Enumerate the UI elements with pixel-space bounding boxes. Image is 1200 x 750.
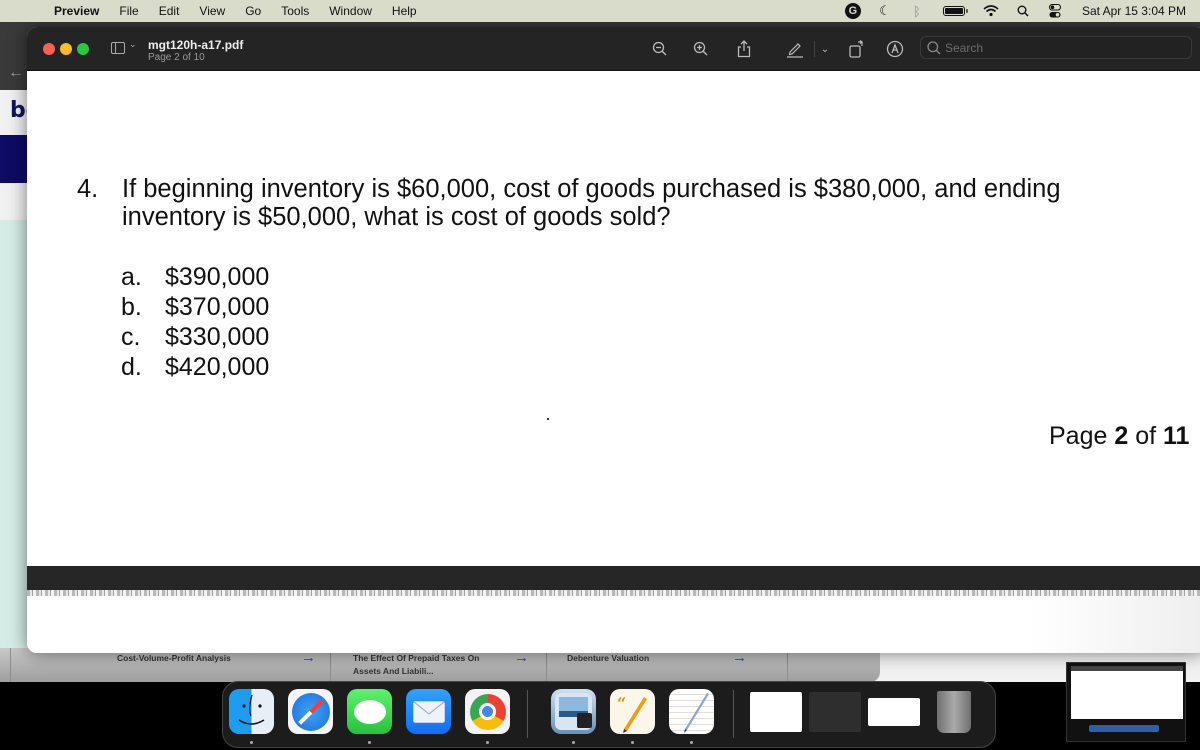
moon-icon[interactable]: ☾ — [876, 2, 894, 20]
screenshot-thumbnail[interactable] — [1066, 662, 1186, 742]
related-article-title: The Effect Of Prepaid Taxes On Assets An… — [353, 653, 480, 676]
menu-edit[interactable]: Edit — [149, 0, 190, 22]
preview-window: ⌄ mgt120h-a17.pdf Page 2 of 10 ⌄ 4. — [27, 27, 1200, 653]
footer-current-page: 2 — [1114, 422, 1129, 450]
search-input[interactable] — [945, 40, 1185, 55]
answer-value: $390,000 — [165, 263, 270, 291]
related-article-title: Cost-Volume-Profit Analysis — [117, 653, 231, 663]
running-indicator — [250, 741, 253, 744]
messages-icon[interactable] — [347, 689, 392, 734]
dock: “ — [222, 681, 996, 748]
menu-bar: Preview File Edit View Go Tools Window H… — [0, 0, 1200, 22]
mail-icon[interactable] — [406, 689, 451, 734]
answer-option: b. $370,000 — [121, 292, 269, 322]
answer-letter: b. — [121, 293, 142, 321]
zoom-out-icon[interactable] — [650, 39, 670, 59]
scan-speck — [547, 418, 549, 420]
menu-clock[interactable]: Sat Apr 15 3:04 PM — [1082, 4, 1186, 18]
running-indicator — [368, 741, 371, 744]
menu-app-name[interactable]: Preview — [44, 0, 109, 22]
wifi-icon[interactable] — [982, 2, 1000, 20]
trash-icon[interactable] — [931, 689, 976, 734]
running-indicator — [486, 741, 489, 744]
answer-value: $420,000 — [165, 353, 270, 381]
question-number: 4. — [77, 175, 99, 203]
menu-window[interactable]: Window — [319, 0, 382, 22]
search-field[interactable] — [920, 36, 1192, 59]
menu-file[interactable]: File — [109, 0, 148, 22]
dock-separator — [733, 690, 734, 738]
minimized-messages-window[interactable] — [809, 692, 861, 732]
running-indicator — [690, 741, 693, 744]
chevron-down-icon[interactable]: ⌄ — [129, 39, 137, 50]
running-indicator — [572, 741, 575, 744]
markup-dropdown-chevron-icon[interactable]: ⌄ — [815, 39, 835, 59]
spotlight-search-icon[interactable] — [1014, 2, 1032, 20]
related-article-card[interactable]: Cost-Volume-Profit Analysis → — [10, 648, 316, 682]
answer-value: $330,000 — [165, 323, 270, 351]
page-indicator: Page 2 of 10 — [148, 52, 205, 63]
minimized-pages-window[interactable] — [750, 692, 802, 732]
minimize-window-button[interactable] — [60, 43, 72, 55]
thumbnail-dock — [1089, 725, 1159, 732]
pages-app-icon[interactable]: “ — [610, 689, 655, 734]
answer-option: c. $330,000 — [121, 322, 269, 352]
answer-value: $370,000 — [165, 293, 270, 321]
close-window-button[interactable] — [43, 43, 55, 55]
answer-list: a. $390,000 b. $370,000 c. $330,000 d. $… — [121, 262, 269, 382]
preview-titlebar: ⌄ mgt120h-a17.pdf Page 2 of 10 ⌄ — [27, 27, 1200, 71]
related-articles-bar: Cost-Volume-Profit Analysis → The Effect… — [0, 648, 880, 682]
pdf-page-continued — [27, 596, 1200, 653]
grammarly-icon[interactable]: G — [844, 2, 862, 20]
running-indicator — [631, 741, 634, 744]
thumbnail-page — [1071, 671, 1183, 719]
search-icon — [927, 40, 941, 54]
safari-icon[interactable] — [288, 689, 333, 734]
answer-option: a. $390,000 — [121, 262, 269, 292]
bluetooth-off-icon[interactable]: ᛒ — [908, 2, 926, 20]
sidebar-toggle-icon[interactable] — [111, 42, 125, 54]
back-arrow-icon[interactable]: ← — [8, 64, 24, 82]
pdf-page: 4. If beginning inventory is $60,000, co… — [27, 71, 1200, 565]
menu-help[interactable]: Help — [382, 0, 427, 22]
menu-tools[interactable]: Tools — [271, 0, 319, 22]
menu-go[interactable]: Go — [235, 0, 271, 22]
textedit-app-icon[interactable] — [669, 689, 714, 734]
pdf-page-footer: Page 2 of 11 — [1049, 422, 1189, 451]
menu-view[interactable]: View — [189, 0, 235, 22]
fullscreen-window-button[interactable] — [77, 43, 89, 55]
question-text: If beginning inventory is $60,000, cost … — [122, 175, 1061, 231]
finder-icon[interactable] — [229, 689, 274, 734]
dock-separator — [527, 690, 528, 738]
answer-option: d. $420,000 — [121, 352, 269, 382]
related-article-title: Debenture Valuation — [567, 653, 650, 663]
chrome-icon[interactable] — [465, 689, 510, 734]
answer-letter: d. — [121, 353, 142, 381]
related-article-card[interactable]: Debenture Valuation → — [546, 648, 786, 682]
footer-prefix: Page — [1049, 422, 1115, 450]
answer-letter: a. — [121, 263, 142, 291]
related-article-card[interactable]: The Effect Of Prepaid Taxes On Assets An… — [330, 648, 545, 682]
battery-icon[interactable] — [940, 2, 968, 20]
preview-app-icon[interactable] — [551, 689, 596, 734]
markup-circle-icon[interactable] — [885, 39, 905, 59]
answer-letter: c. — [121, 323, 141, 351]
svg-text:“: “ — [617, 694, 626, 713]
footer-total-pages: 11 — [1163, 422, 1190, 450]
markup-pencil-icon[interactable] — [785, 39, 805, 59]
minimized-preview-window[interactable] — [868, 698, 920, 726]
rotate-icon[interactable] — [847, 39, 867, 59]
share-icon[interactable] — [734, 39, 754, 59]
footer-middle: of — [1128, 422, 1163, 450]
scanned-dark-band — [27, 566, 1200, 590]
related-article-card-empty — [787, 648, 880, 682]
document-title: mgt120h-a17.pdf — [148, 38, 244, 52]
zoom-in-icon[interactable] — [691, 39, 711, 59]
control-center-icon[interactable] — [1046, 2, 1064, 20]
